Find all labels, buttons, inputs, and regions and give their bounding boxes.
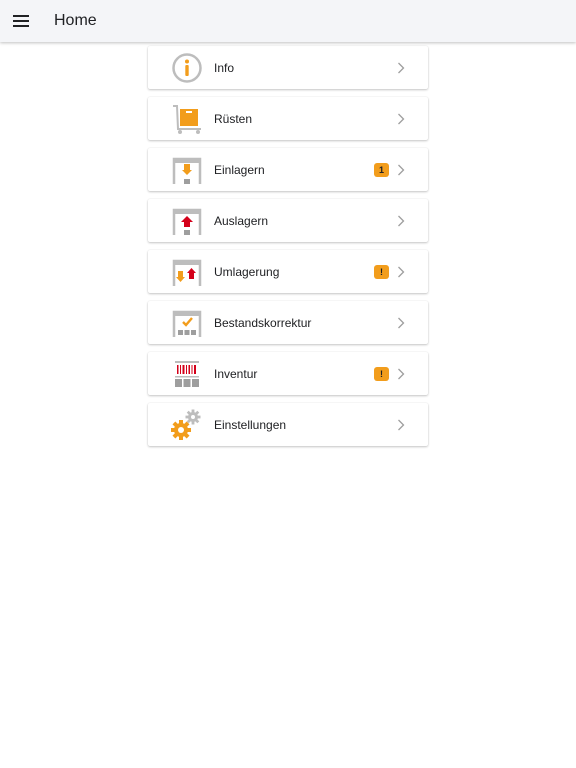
menu-item-inventur[interactable]: Inventur !	[148, 352, 428, 395]
page-title: Home	[54, 12, 97, 29]
settings-gears-icon	[169, 407, 205, 443]
app-bar: Home	[0, 0, 576, 42]
chevron-right-icon	[396, 61, 406, 75]
store-in-icon	[169, 152, 205, 188]
menu-item-einstellungen[interactable]: Einstellungen	[148, 403, 428, 446]
chevron-right-icon	[396, 367, 406, 381]
menu-item-label: Umlagerung	[214, 264, 280, 279]
inventory-icon	[169, 356, 205, 392]
chevron-right-icon	[396, 265, 406, 279]
menu-button[interactable]	[0, 0, 42, 42]
chevron-right-icon	[396, 163, 406, 177]
menu-item-auslagern[interactable]: Auslagern	[148, 199, 428, 242]
menu-item-label: Inventur	[214, 366, 258, 381]
menu-item-label: Bestandskorrektur	[214, 315, 312, 330]
menu-item-info[interactable]: Info	[148, 46, 428, 89]
info-icon	[169, 50, 205, 86]
menu-item-label: Rüsten	[214, 111, 253, 126]
stock-correction-icon	[169, 305, 205, 341]
warning-badge: !	[374, 366, 389, 381]
menu-item-label: Auslagern	[214, 213, 269, 228]
menu-item-label: Einlagern	[214, 162, 265, 177]
menu-item-umlagerung[interactable]: Umlagerung !	[148, 250, 428, 293]
warning-badge: !	[374, 264, 389, 279]
chevron-right-icon	[396, 214, 406, 228]
menu-item-label: Info	[214, 60, 235, 75]
chevron-right-icon	[396, 112, 406, 126]
menu-item-label: Einstellungen	[214, 417, 287, 432]
home-menu-list: Info Rüsten Einlagern 1 Auslagern Umlage…	[148, 46, 428, 454]
menu-item-bestandskorrektur[interactable]: Bestandskorrektur	[148, 301, 428, 344]
count-badge: 1	[374, 162, 389, 177]
menu-item-einlagern[interactable]: Einlagern 1	[148, 148, 428, 191]
hamburger-menu-icon	[13, 15, 29, 27]
cart-box-icon	[169, 101, 205, 137]
chevron-right-icon	[396, 418, 406, 432]
menu-item-ruesten[interactable]: Rüsten	[148, 97, 428, 140]
store-out-icon	[169, 203, 205, 239]
chevron-right-icon	[396, 316, 406, 330]
relocate-icon	[169, 254, 205, 290]
